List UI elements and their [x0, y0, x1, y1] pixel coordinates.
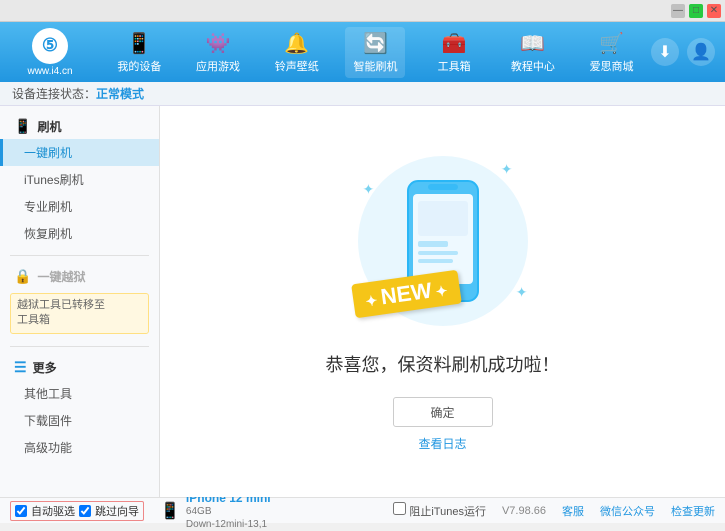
- nav-ringtones[interactable]: 🔔 铃声壁纸: [267, 27, 327, 78]
- user-btn[interactable]: 👤: [687, 38, 715, 66]
- sidebar-item-advanced[interactable]: 高级功能: [0, 434, 159, 461]
- jailbreak-section-icon: 🔒: [14, 268, 31, 285]
- sidebar-more-header: ☰ 更多: [0, 355, 159, 380]
- nav-smart-flash[interactable]: 🔄 智能刷机: [345, 27, 405, 78]
- smart-flash-label: 智能刷机: [353, 58, 397, 74]
- sparkle-2: ✦: [363, 181, 375, 198]
- flash-section-label: 刷机: [37, 118, 61, 135]
- nav-my-device[interactable]: 📱 我的设备: [109, 27, 169, 78]
- nav-right-buttons: ⬇ 👤: [651, 38, 715, 66]
- minimize-btn[interactable]: —: [671, 4, 685, 18]
- maximize-btn[interactable]: □: [689, 4, 703, 18]
- sidebar-item-download-firmware[interactable]: 下载固件: [0, 407, 159, 434]
- device-firmware: Down-12mini-13,1: [186, 518, 271, 531]
- store-label: 爱思商城: [590, 58, 634, 74]
- nav-apps-games[interactable]: 👾 应用游戏: [188, 27, 248, 78]
- apps-games-icon: 👾: [206, 31, 231, 56]
- sidebar-flash-header: 📱 刷机: [0, 114, 159, 139]
- itunes-block-checkbox[interactable]: [393, 502, 406, 515]
- ringtones-label: 铃声壁纸: [275, 58, 319, 74]
- nav-toolbox[interactable]: 🧰 工具箱: [424, 27, 484, 78]
- titlebar: — □ ✕: [0, 0, 725, 22]
- sparkle-3: ✦: [516, 284, 528, 301]
- smart-flash-icon: 🔄: [363, 31, 388, 56]
- my-device-label: 我的设备: [117, 58, 161, 74]
- auto-tune-label: 自动驱选: [31, 503, 75, 519]
- close-btn[interactable]: ✕: [707, 4, 721, 18]
- auto-tune-checkbox[interactable]: [15, 505, 27, 517]
- toolbox-label: 工具箱: [438, 58, 471, 74]
- logo-icon: ⑤: [32, 28, 68, 64]
- sidebar-jailbreak-header: 🔒 一键越狱: [0, 264, 159, 289]
- check-update-link[interactable]: 检查更新: [671, 503, 715, 519]
- sidebar-more-section: ☰ 更多 其他工具 下载固件 高级功能: [0, 351, 159, 465]
- device-sub: 64GB Down-12mini-13,1: [186, 505, 271, 531]
- itunes-status-label: 阻止iTunes运行: [409, 506, 486, 518]
- my-device-icon: 📱: [127, 31, 152, 56]
- window-controls: — □ ✕: [671, 4, 721, 18]
- flash-section-icon: 📱: [14, 118, 31, 135]
- sidebar-divider-1: [10, 255, 149, 256]
- device-icon: 📱: [160, 501, 180, 521]
- toolbox-icon: 🧰: [442, 31, 467, 56]
- store-icon: 🛒: [599, 31, 624, 56]
- more-section-label: 更多: [33, 359, 57, 376]
- top-navigation: ⑤ www.i4.cn 📱 我的设备 👾 应用游戏 🔔 铃声壁纸 🔄 智能刷机 …: [0, 22, 725, 82]
- sidebar-jailbreak-section: 🔒 一键越狱 越狱工具已转移至 工具箱: [0, 260, 159, 342]
- status-prefix: 设备连接状态：: [12, 85, 96, 102]
- tutorial-label: 教程中心: [511, 58, 555, 74]
- skip-wizard-checkbox[interactable]: [79, 505, 91, 517]
- sidebar-item-other-tools[interactable]: 其他工具: [0, 380, 159, 407]
- apps-games-label: 应用游戏: [196, 58, 240, 74]
- tutorial-icon: 📖: [520, 31, 545, 56]
- version-text: V7.98.66: [502, 505, 546, 517]
- ringtones-icon: 🔔: [284, 31, 309, 56]
- statusbar: 设备连接状态： 正常模式: [0, 82, 725, 106]
- success-message: 恭喜您，保资料刷机成功啦！: [326, 351, 560, 377]
- nav-tutorial[interactable]: 📖 教程中心: [503, 27, 563, 78]
- sidebar-item-one-click-flash[interactable]: 一键刷机: [0, 139, 159, 166]
- hero-graphic: ✦ ✦ ✦: [343, 151, 543, 331]
- skip-wizard-label: 跳过向导: [95, 503, 139, 519]
- itunes-status: 阻止iTunes运行: [393, 502, 486, 519]
- bottom-bar: 自动驱选 跳过向导 📱 iPhone 12 mini 64GB Down-12m…: [0, 497, 725, 523]
- nav-items: 📱 我的设备 👾 应用游戏 🔔 铃声壁纸 🔄 智能刷机 🧰 工具箱 📖 教程中心…: [100, 27, 651, 78]
- secondary-link[interactable]: 查看日志: [418, 435, 466, 452]
- checkbox-group: 自动驱选 跳过向导: [10, 501, 144, 521]
- sidebar: 📱 刷机 一键刷机 iTunes刷机 专业刷机 恢复刷机 🔒 一键越狱: [0, 106, 160, 497]
- sidebar-flash-section: 📱 刷机 一键刷机 iTunes刷机 专业刷机 恢复刷机: [0, 110, 159, 251]
- phone-graphic: ✦ ✦ ✦: [343, 151, 543, 331]
- nav-store[interactable]: 🛒 爱思商城: [582, 27, 642, 78]
- confirm-button[interactable]: 确定: [393, 397, 493, 427]
- sidebar-item-restore-flash[interactable]: 恢复刷机: [0, 220, 159, 247]
- more-section-icon: ☰: [14, 359, 27, 376]
- download-btn[interactable]: ⬇: [651, 38, 679, 66]
- bottom-right: 阻止iTunes运行 V7.98.66 客服 微信公众号 检查更新: [393, 502, 715, 519]
- wechat-public-link[interactable]: 微信公众号: [600, 503, 655, 519]
- main-container: 📱 刷机 一键刷机 iTunes刷机 专业刷机 恢复刷机 🔒 一键越狱: [0, 106, 725, 497]
- device-storage: 64GB: [186, 505, 271, 518]
- status-value: 正常模式: [96, 85, 144, 102]
- jailbreak-section-label: 一键越狱: [37, 268, 85, 285]
- logo-text: www.i4.cn: [27, 66, 72, 77]
- sidebar-divider-2: [10, 346, 149, 347]
- sidebar-item-itunes-flash[interactable]: iTunes刷机: [0, 166, 159, 193]
- jailbreak-notice: 越狱工具已转移至 工具箱: [10, 293, 149, 334]
- sidebar-item-pro-flash[interactable]: 专业刷机: [0, 193, 159, 220]
- customer-service-link[interactable]: 客服: [562, 503, 584, 519]
- logo-area: ⑤ www.i4.cn: [10, 28, 90, 77]
- sparkle-1: ✦: [501, 161, 513, 178]
- content-area: ✦ ✦ ✦: [160, 106, 725, 497]
